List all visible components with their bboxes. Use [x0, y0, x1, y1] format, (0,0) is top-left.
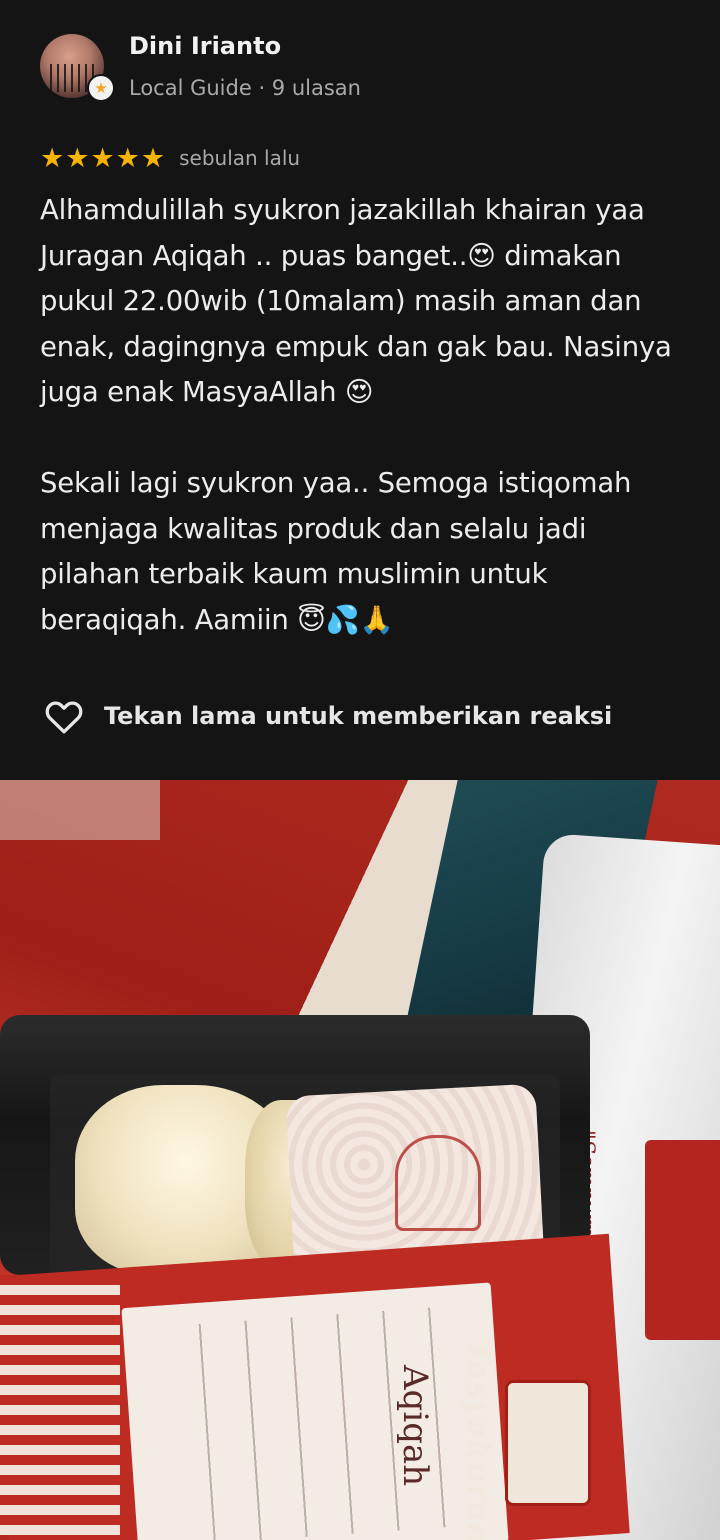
author-name[interactable]: Dini Irianto [129, 32, 281, 60]
heart-outline-icon [45, 701, 83, 734]
star-rating: ★ ★ ★ ★ ★ [40, 145, 165, 172]
star-icon: ★ [115, 142, 140, 174]
rating-row: ★ ★ ★ ★ ★ sebulan lalu [40, 142, 300, 174]
card-printed-text [172, 1304, 488, 1540]
rug-pattern [0, 780, 160, 840]
review-photo[interactable]: "Sempurnakan Ibadah Aqiqah Tasyakuran [0, 780, 720, 1540]
local-guide-star-icon: ★ [94, 78, 108, 97]
reaction-label: Tekan lama untuk memberikan reaksi [104, 702, 613, 730]
reaction-button[interactable]: Tekan lama untuk memberikan reaksi [44, 696, 612, 736]
bag-logo [645, 1140, 720, 1340]
review-time: sebulan lalu [179, 146, 301, 170]
local-guide-badge-icon: ★ [87, 74, 115, 102]
wrap-logo-stamp [395, 1135, 481, 1231]
star-icon: ★ [65, 142, 90, 174]
review-header: ★ Dini Irianto Local Guide · 9 ulasan [0, 0, 720, 140]
star-icon: ★ [40, 142, 65, 174]
star-icon: ★ [90, 142, 115, 174]
sleeve-pattern [0, 1275, 120, 1535]
card-title: Aqiqah [395, 1365, 435, 1487]
brand-logo-stamp [505, 1380, 591, 1506]
author-subtitle: Local Guide · 9 ulasan [129, 76, 361, 100]
sleeve-script-text: Tasyakuran [460, 1340, 498, 1540]
review-text: Alhamdulillah syukron jazakillah khairan… [40, 194, 672, 636]
star-icon: ★ [140, 142, 166, 174]
